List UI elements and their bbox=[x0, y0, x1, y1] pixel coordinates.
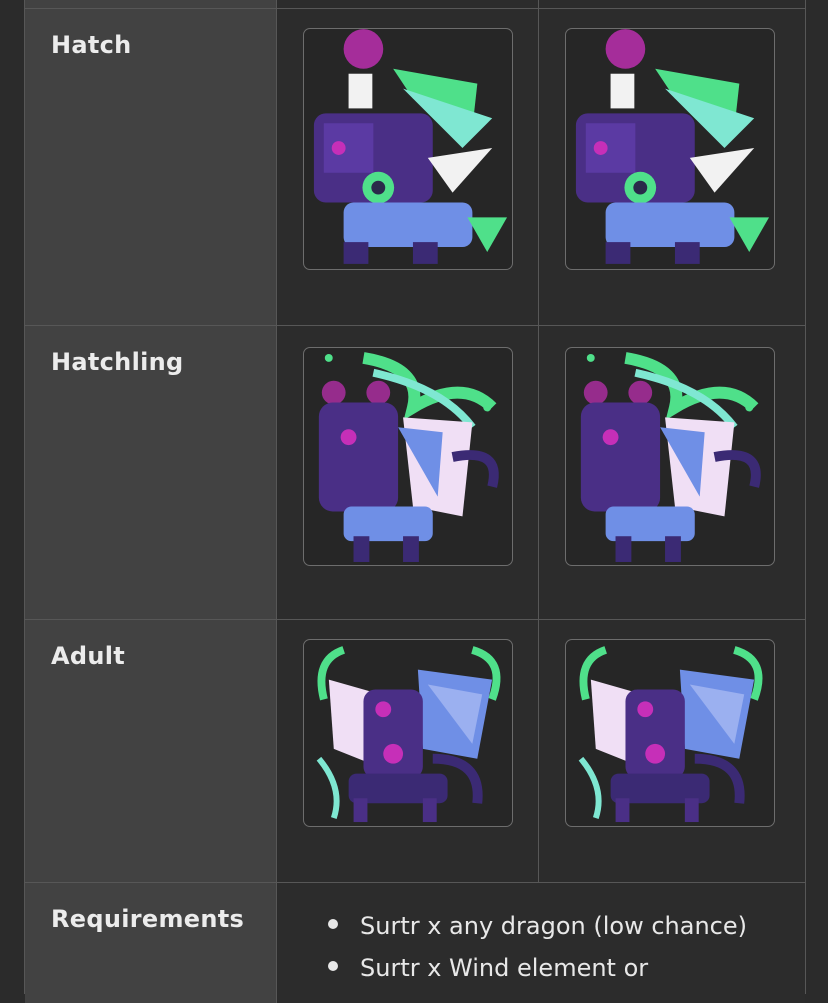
table-row-hatchling: Hatchling bbox=[25, 325, 805, 620]
stage-label-adult: Adult bbox=[25, 620, 277, 883]
hatchling-sprite-image[interactable] bbox=[303, 347, 513, 566]
hatchling-sprite-alt-image[interactable] bbox=[565, 347, 775, 566]
header-cell-stub bbox=[25, 0, 277, 8]
requirement-text: Surtr x Wind element or bbox=[360, 954, 649, 982]
requirement-item: Surtr x Wind element or bbox=[328, 947, 747, 989]
requirements-cell: Surtr x any dragon (low chance) Surtr x … bbox=[278, 883, 805, 1003]
adult-sprite-alt-image[interactable] bbox=[565, 639, 775, 827]
image-cell-stub-1 bbox=[278, 0, 539, 8]
dragon-stages-table: Hatch Hatchling Adult Requirements Surtr… bbox=[24, 0, 806, 1003]
adult-image-cell-1 bbox=[278, 620, 539, 883]
hatchling-image-cell-2 bbox=[540, 326, 805, 620]
hatchling-image-cell-1 bbox=[278, 326, 539, 620]
requirements-list: Surtr x any dragon (low chance) Surtr x … bbox=[328, 905, 747, 989]
bullet-icon bbox=[328, 961, 338, 971]
hatch-image-cell-2 bbox=[540, 9, 805, 326]
stage-label-hatchling: Hatchling bbox=[25, 326, 277, 620]
image-cell-stub-2 bbox=[540, 0, 805, 8]
table-row-hatch: Hatch bbox=[25, 8, 805, 326]
stage-label-hatch: Hatch bbox=[25, 9, 277, 326]
adult-image-cell-2 bbox=[540, 620, 805, 883]
hatch-image-cell-1 bbox=[278, 9, 539, 326]
requirement-item: Surtr x any dragon (low chance) bbox=[328, 905, 747, 947]
hatch-sprite-image[interactable] bbox=[303, 28, 513, 270]
table-row-adult: Adult bbox=[25, 619, 805, 883]
hatch-sprite-alt-image[interactable] bbox=[565, 28, 775, 270]
requirement-text: Surtr x any dragon (low chance) bbox=[360, 912, 747, 940]
adult-sprite-image[interactable] bbox=[303, 639, 513, 827]
table-row-requirements: Requirements Surtr x any dragon (low cha… bbox=[25, 882, 805, 1003]
requirements-label: Requirements bbox=[25, 883, 277, 1003]
bullet-icon bbox=[328, 919, 338, 929]
